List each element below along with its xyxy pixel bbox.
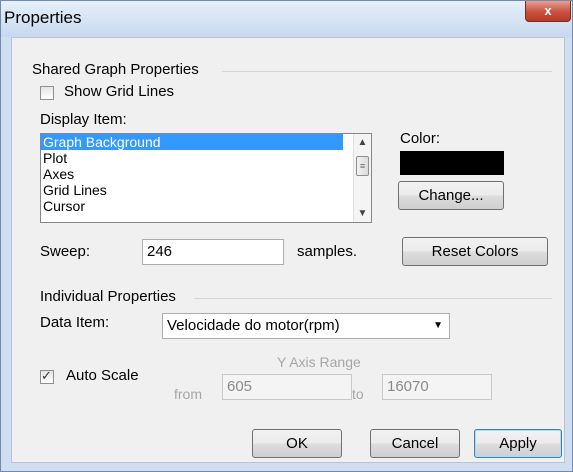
auto-scale-label[interactable]: Auto Scale xyxy=(66,367,139,384)
y-axis-range-label: Y Axis Range xyxy=(277,354,361,370)
data-item-label: Data Item: xyxy=(40,314,110,331)
show-grid-lines-label[interactable]: Show Grid Lines xyxy=(64,83,174,100)
scroll-thumb[interactable]: ≡ xyxy=(356,156,369,176)
list-item-cursor[interactable]: Cursor xyxy=(41,198,343,214)
cancel-button[interactable]: Cancel xyxy=(370,429,460,458)
show-grid-lines-checkbox[interactable] xyxy=(40,86,54,100)
list-scrollbar[interactable]: ▲ ≡ ▼ xyxy=(353,134,371,222)
display-item-list[interactable]: Graph Background Plot Axes Grid Lines Cu… xyxy=(40,133,372,223)
change-color-button[interactable]: Change... xyxy=(398,181,504,210)
properties-dialog: Properties x Shared Graph Properties Sho… xyxy=(0,0,573,472)
individual-group-divider xyxy=(194,298,552,299)
chevron-down-icon[interactable]: ▼ xyxy=(433,314,443,338)
window-title: Properties xyxy=(4,8,82,27)
from-label: from xyxy=(174,386,202,402)
list-item-axes[interactable]: Axes xyxy=(41,166,343,182)
sweep-unit-label: samples. xyxy=(297,243,358,260)
auto-scale-checkbox[interactable] xyxy=(40,368,54,384)
reset-colors-button[interactable]: Reset Colors xyxy=(402,237,548,266)
title-bar[interactable]: Properties x xyxy=(1,1,572,37)
scroll-up-icon[interactable]: ▲ xyxy=(354,134,371,151)
shared-group-title: Shared Graph Properties xyxy=(32,61,199,78)
list-item-plot[interactable]: Plot xyxy=(41,150,343,166)
sweep-label: Sweep: xyxy=(40,243,91,260)
data-item-select[interactable]: Velocidade do motor(rpm) ▼ xyxy=(162,313,450,339)
to-label: to xyxy=(352,386,364,402)
range-from-input[interactable]: 605 xyxy=(222,374,352,400)
color-label: Color: xyxy=(400,130,441,147)
color-swatch xyxy=(400,151,504,175)
range-to-input[interactable]: 16070 xyxy=(382,374,492,400)
shared-group-divider xyxy=(222,71,552,72)
individual-group-title: Individual Properties xyxy=(40,288,176,305)
ok-button[interactable]: OK xyxy=(252,429,342,458)
data-item-value: Velocidade do motor(rpm) xyxy=(167,317,340,334)
scroll-down-icon[interactable]: ▼ xyxy=(354,205,371,222)
display-item-label: Display Item: xyxy=(40,111,127,128)
close-button[interactable]: x xyxy=(525,1,571,22)
dialog-content: Shared Graph Properties Show Grid Lines … xyxy=(11,37,565,463)
apply-button[interactable]: Apply xyxy=(474,429,562,458)
list-item-grid-lines[interactable]: Grid Lines xyxy=(41,182,343,198)
sweep-input[interactable]: 246 xyxy=(142,239,284,265)
list-item-graph-background[interactable]: Graph Background xyxy=(41,134,343,150)
